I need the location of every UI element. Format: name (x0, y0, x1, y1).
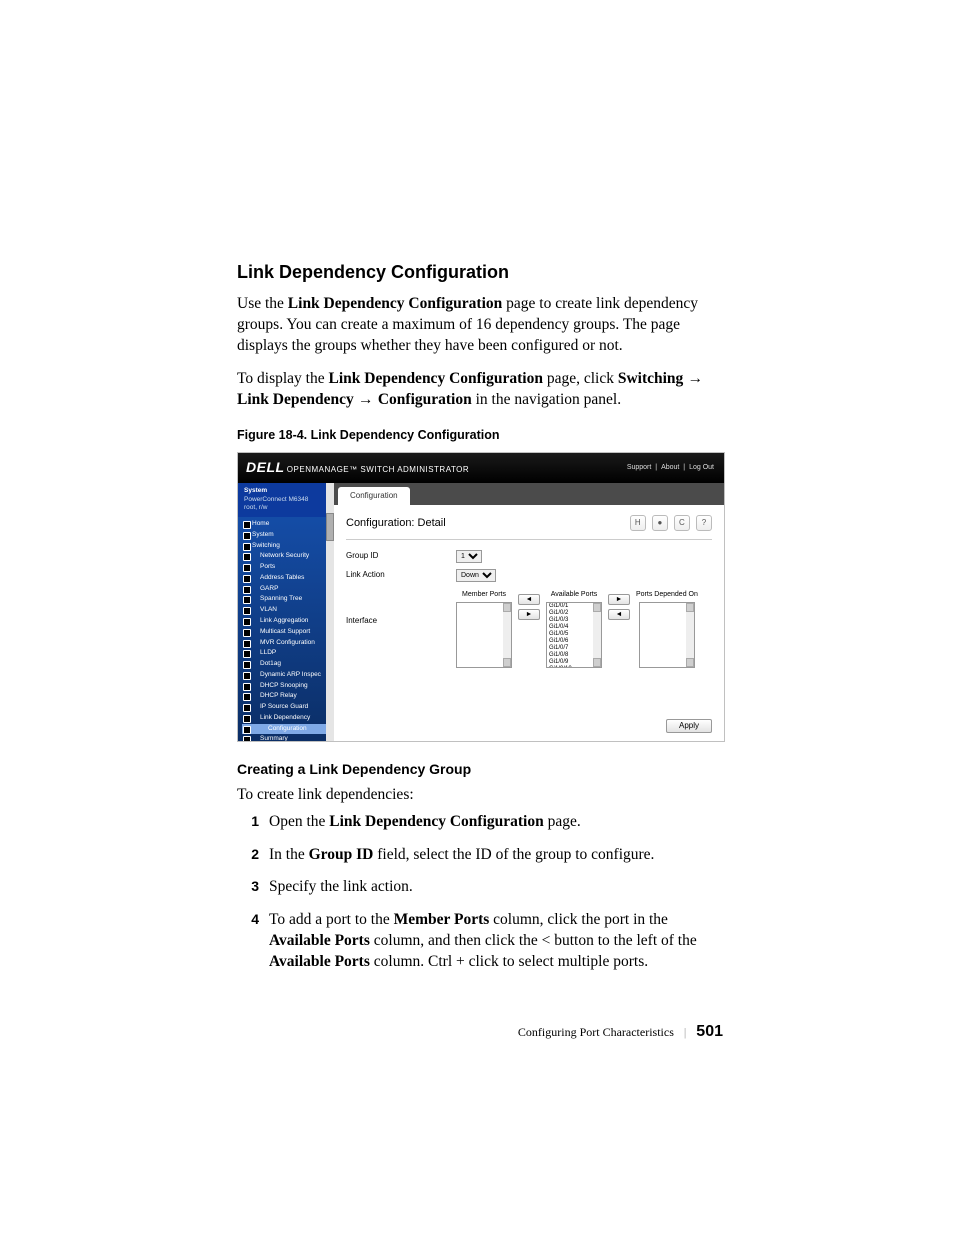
nav-item[interactable]: DHCP Relay (242, 691, 334, 702)
group-id-label: Group ID (346, 551, 456, 562)
member-ports-label: Member Ports (462, 590, 506, 599)
tab-configuration[interactable]: Configuration (338, 487, 410, 505)
link-support[interactable]: Support (627, 464, 652, 471)
nav-device: PowerConnect M6348 (244, 496, 328, 505)
save-icon[interactable]: H (630, 515, 646, 531)
nav-item[interactable]: Network Security (242, 551, 334, 562)
nav-item[interactable]: Switching (242, 541, 334, 552)
nav-item[interactable]: Summary (242, 734, 334, 740)
refresh-icon[interactable]: C (674, 515, 690, 531)
nav-item[interactable]: Ports (242, 562, 334, 573)
intro-paragraph: Use the Link Dependency Configuration pa… (237, 294, 723, 357)
nav-instruction: To display the Link Dependency Configura… (237, 369, 723, 411)
figure-screenshot: DELL OPENMANAGE™ SWITCH ADMINISTRATOR Su… (237, 452, 725, 742)
nav-item[interactable]: DHCP Snooping (242, 681, 334, 692)
nav-item[interactable]: MVR Configuration (242, 638, 334, 649)
footer-text: Configuring Port Characteristics (518, 1024, 674, 1040)
step-1: 1 Open the Link Dependency Configuration… (237, 812, 723, 833)
app-titlebar: DELL OPENMANAGE™ SWITCH ADMINISTRATOR Su… (238, 453, 724, 483)
move-to-depended-button[interactable]: ► (608, 594, 630, 605)
depended-ports-label: Ports Depended On (636, 590, 698, 599)
tabbar: Configuration (334, 483, 724, 505)
page-number: 501 (696, 1021, 723, 1043)
group-id-select[interactable]: 1 (456, 550, 482, 563)
nav-item[interactable]: Home (242, 519, 334, 530)
available-ports-label: Available Ports (551, 590, 598, 599)
top-links: Support | About | Log Out (625, 463, 716, 472)
nav-scrollbar[interactable] (326, 483, 334, 741)
move-to-member-button[interactable]: ◄ (518, 594, 540, 605)
nav-item[interactable]: Dot1ag (242, 659, 334, 670)
nav-system: System (244, 487, 328, 496)
link-about[interactable]: About (661, 464, 679, 471)
link-action-label: Link Action (346, 570, 456, 581)
nav-item[interactable]: Link Dependency (242, 713, 334, 724)
interface-label: Interface (346, 588, 456, 627)
available-ports-list[interactable]: Gi1/0/1Gi1/0/2Gi1/0/3Gi1/0/4Gi1/0/5Gi1/0… (546, 602, 602, 668)
move-buttons-left: ◄ ► (518, 590, 540, 667)
panel-title: Configuration: Detail (346, 516, 446, 531)
step-2: 2 In the Group ID field, select the ID o… (237, 845, 723, 866)
depended-ports-list[interactable] (639, 602, 695, 668)
nav-item[interactable]: Configuration (242, 724, 334, 735)
link-action-select[interactable]: Down (456, 569, 496, 582)
member-ports-list[interactable] (456, 602, 512, 668)
nav-item[interactable]: Address Tables (242, 573, 334, 584)
apply-button[interactable]: Apply (666, 719, 712, 733)
suite-name: OPENMANAGE™ SWITCH ADMINISTRATOR (287, 465, 469, 474)
move-buttons-right: ► ◄ (608, 590, 630, 667)
step-3: 3 Specify the link action. (237, 877, 723, 898)
step-4: 4 To add a port to the Member Ports colu… (237, 910, 723, 973)
nav-item[interactable]: GARP (242, 584, 334, 595)
link-logout[interactable]: Log Out (689, 464, 714, 471)
lead-text: To create link dependencies: (237, 785, 723, 806)
nav-item[interactable]: VLAN (242, 605, 334, 616)
nav-user: root, r/w (244, 504, 328, 513)
panel-toolbar: H ● C ? (627, 515, 712, 531)
steps-list: 1 Open the Link Dependency Configuration… (237, 812, 723, 974)
page-footer: Configuring Port Characteristics | 501 (237, 1021, 723, 1043)
move-from-depended-button[interactable]: ◄ (608, 609, 630, 620)
section-heading: Link Dependency Configuration (237, 260, 723, 284)
subheading: Creating a Link Dependency Group (237, 760, 723, 779)
figure-caption: Figure 18-4. Link Dependency Configurati… (237, 427, 723, 444)
nav-item[interactable]: IP Source Guard (242, 702, 334, 713)
nav-item[interactable]: Dynamic ARP Inspec (242, 670, 334, 681)
nav-item[interactable]: LLDP (242, 648, 334, 659)
nav-item[interactable]: Spanning Tree (242, 594, 334, 605)
nav-item[interactable]: Multicast Support (242, 627, 334, 638)
nav-item[interactable]: Link Aggregation (242, 616, 334, 627)
move-from-member-button[interactable]: ► (518, 609, 540, 620)
nav-item[interactable]: System (242, 530, 334, 541)
nav-tree[interactable]: System PowerConnect M6348 root, r/w Home… (238, 483, 334, 741)
print-icon[interactable]: ● (652, 515, 668, 531)
brand-logo: DELL (246, 459, 285, 475)
help-icon[interactable]: ? (696, 515, 712, 531)
